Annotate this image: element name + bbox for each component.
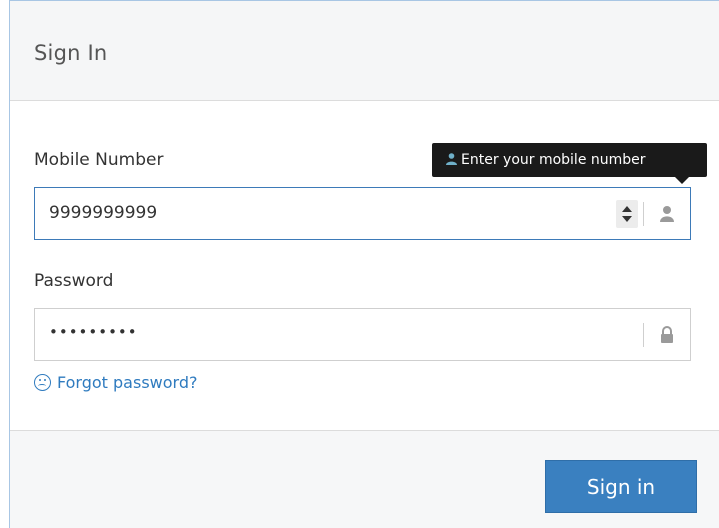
mobile-tooltip: Enter your mobile number — [432, 143, 707, 184]
sad-face-icon — [34, 374, 51, 391]
forgot-password-link[interactable]: Forgot password? — [34, 373, 197, 392]
spinner-up-icon[interactable] — [622, 206, 632, 212]
forgot-password-label: Forgot password? — [57, 373, 198, 392]
mobile-number-value[interactable]: 9999999999 — [49, 188, 157, 239]
page-title: Sign In — [34, 41, 108, 65]
password-label: Password — [34, 271, 114, 291]
addon-divider — [643, 323, 644, 347]
sign-in-button[interactable]: Sign in — [545, 460, 697, 513]
addon-divider — [643, 202, 644, 226]
sign-in-panel: Sign In Mobile Number Enter your mobile … — [9, 0, 719, 528]
spinner-down-icon[interactable] — [622, 216, 632, 222]
tooltip-text: Enter your mobile number — [461, 152, 646, 168]
lock-icon — [661, 326, 673, 343]
mobile-number-field[interactable]: 9999999999 — [34, 187, 691, 240]
number-spinner[interactable] — [616, 200, 638, 228]
panel-body: Mobile Number Enter your mobile number 9… — [10, 101, 719, 431]
panel-header: Sign In — [10, 1, 719, 101]
mobile-number-label: Mobile Number — [34, 150, 164, 170]
password-value[interactable]: ••••••••• — [49, 307, 138, 358]
user-icon — [446, 153, 457, 165]
password-field[interactable]: ••••••••• — [34, 308, 691, 361]
tooltip-arrow — [675, 177, 689, 184]
user-icon — [660, 206, 674, 222]
